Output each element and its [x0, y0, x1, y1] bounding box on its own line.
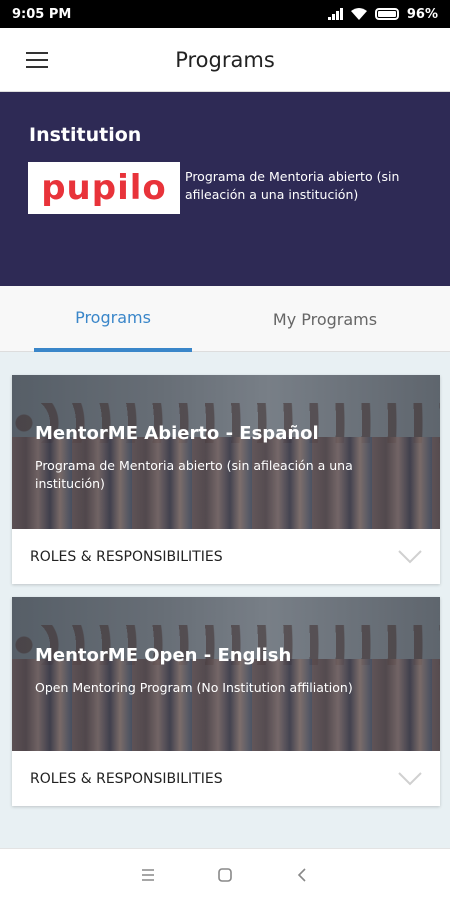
wifi-icon	[350, 8, 367, 20]
program-subtitle: Programa de Mentoria abierto (sin afilea…	[35, 458, 353, 491]
chevron-down-icon[interactable]	[398, 771, 422, 786]
program-image[interactable]: MentorME Open - English Open Mentoring P…	[12, 597, 440, 751]
back-icon[interactable]	[288, 861, 316, 889]
program-card[interactable]: MentorME Open - English Open Mentoring P…	[12, 597, 440, 806]
program-card[interactable]: MentorME Abierto - Español Programa de M…	[12, 375, 440, 584]
roles-expander[interactable]: ROLES & RESPONSIBILITIES	[12, 529, 440, 584]
home-icon[interactable]	[211, 861, 239, 889]
system-nav-bar	[0, 848, 450, 900]
roles-expander[interactable]: ROLES & RESPONSIBILITIES	[12, 751, 440, 806]
institution-logo: pupilo	[28, 162, 180, 214]
program-image[interactable]: MentorME Abierto - Español Programa de M…	[12, 375, 440, 529]
roles-label: ROLES & RESPONSIBILITIES	[30, 770, 223, 787]
institution-header: Institution pupilo Programa de Mentoria …	[0, 92, 450, 286]
hamburger-menu-icon[interactable]	[0, 28, 74, 92]
status-icons: 96%	[327, 6, 438, 22]
signal-icon	[327, 8, 343, 20]
app-bar: Programs	[0, 28, 450, 92]
institution-label: Institution	[29, 124, 142, 146]
battery-level: 96%	[406, 6, 438, 22]
status-bar: 9:05 PM 96%	[0, 0, 450, 28]
roles-label: ROLES & RESPONSIBILITIES	[30, 548, 223, 565]
chevron-down-icon[interactable]	[398, 549, 422, 564]
tab-bar: Programs My Programs	[0, 286, 450, 352]
logo-text: pupilo	[41, 168, 167, 208]
program-subtitle: Open Mentoring Program (No Institution a…	[35, 680, 353, 695]
institution-description: Programa de Mentoria abierto (sin afilea…	[185, 169, 400, 202]
tab-programs[interactable]: Programs	[34, 286, 192, 352]
image-overlay	[12, 375, 440, 529]
program-title: MentorME Abierto - Español	[35, 423, 319, 444]
tab-my-programs[interactable]: My Programs	[240, 286, 410, 352]
status-time: 9:05 PM	[12, 6, 72, 22]
program-title: MentorME Open - English	[35, 645, 292, 666]
image-overlay	[12, 597, 440, 751]
recents-icon[interactable]	[134, 861, 162, 889]
battery-icon	[374, 8, 399, 20]
